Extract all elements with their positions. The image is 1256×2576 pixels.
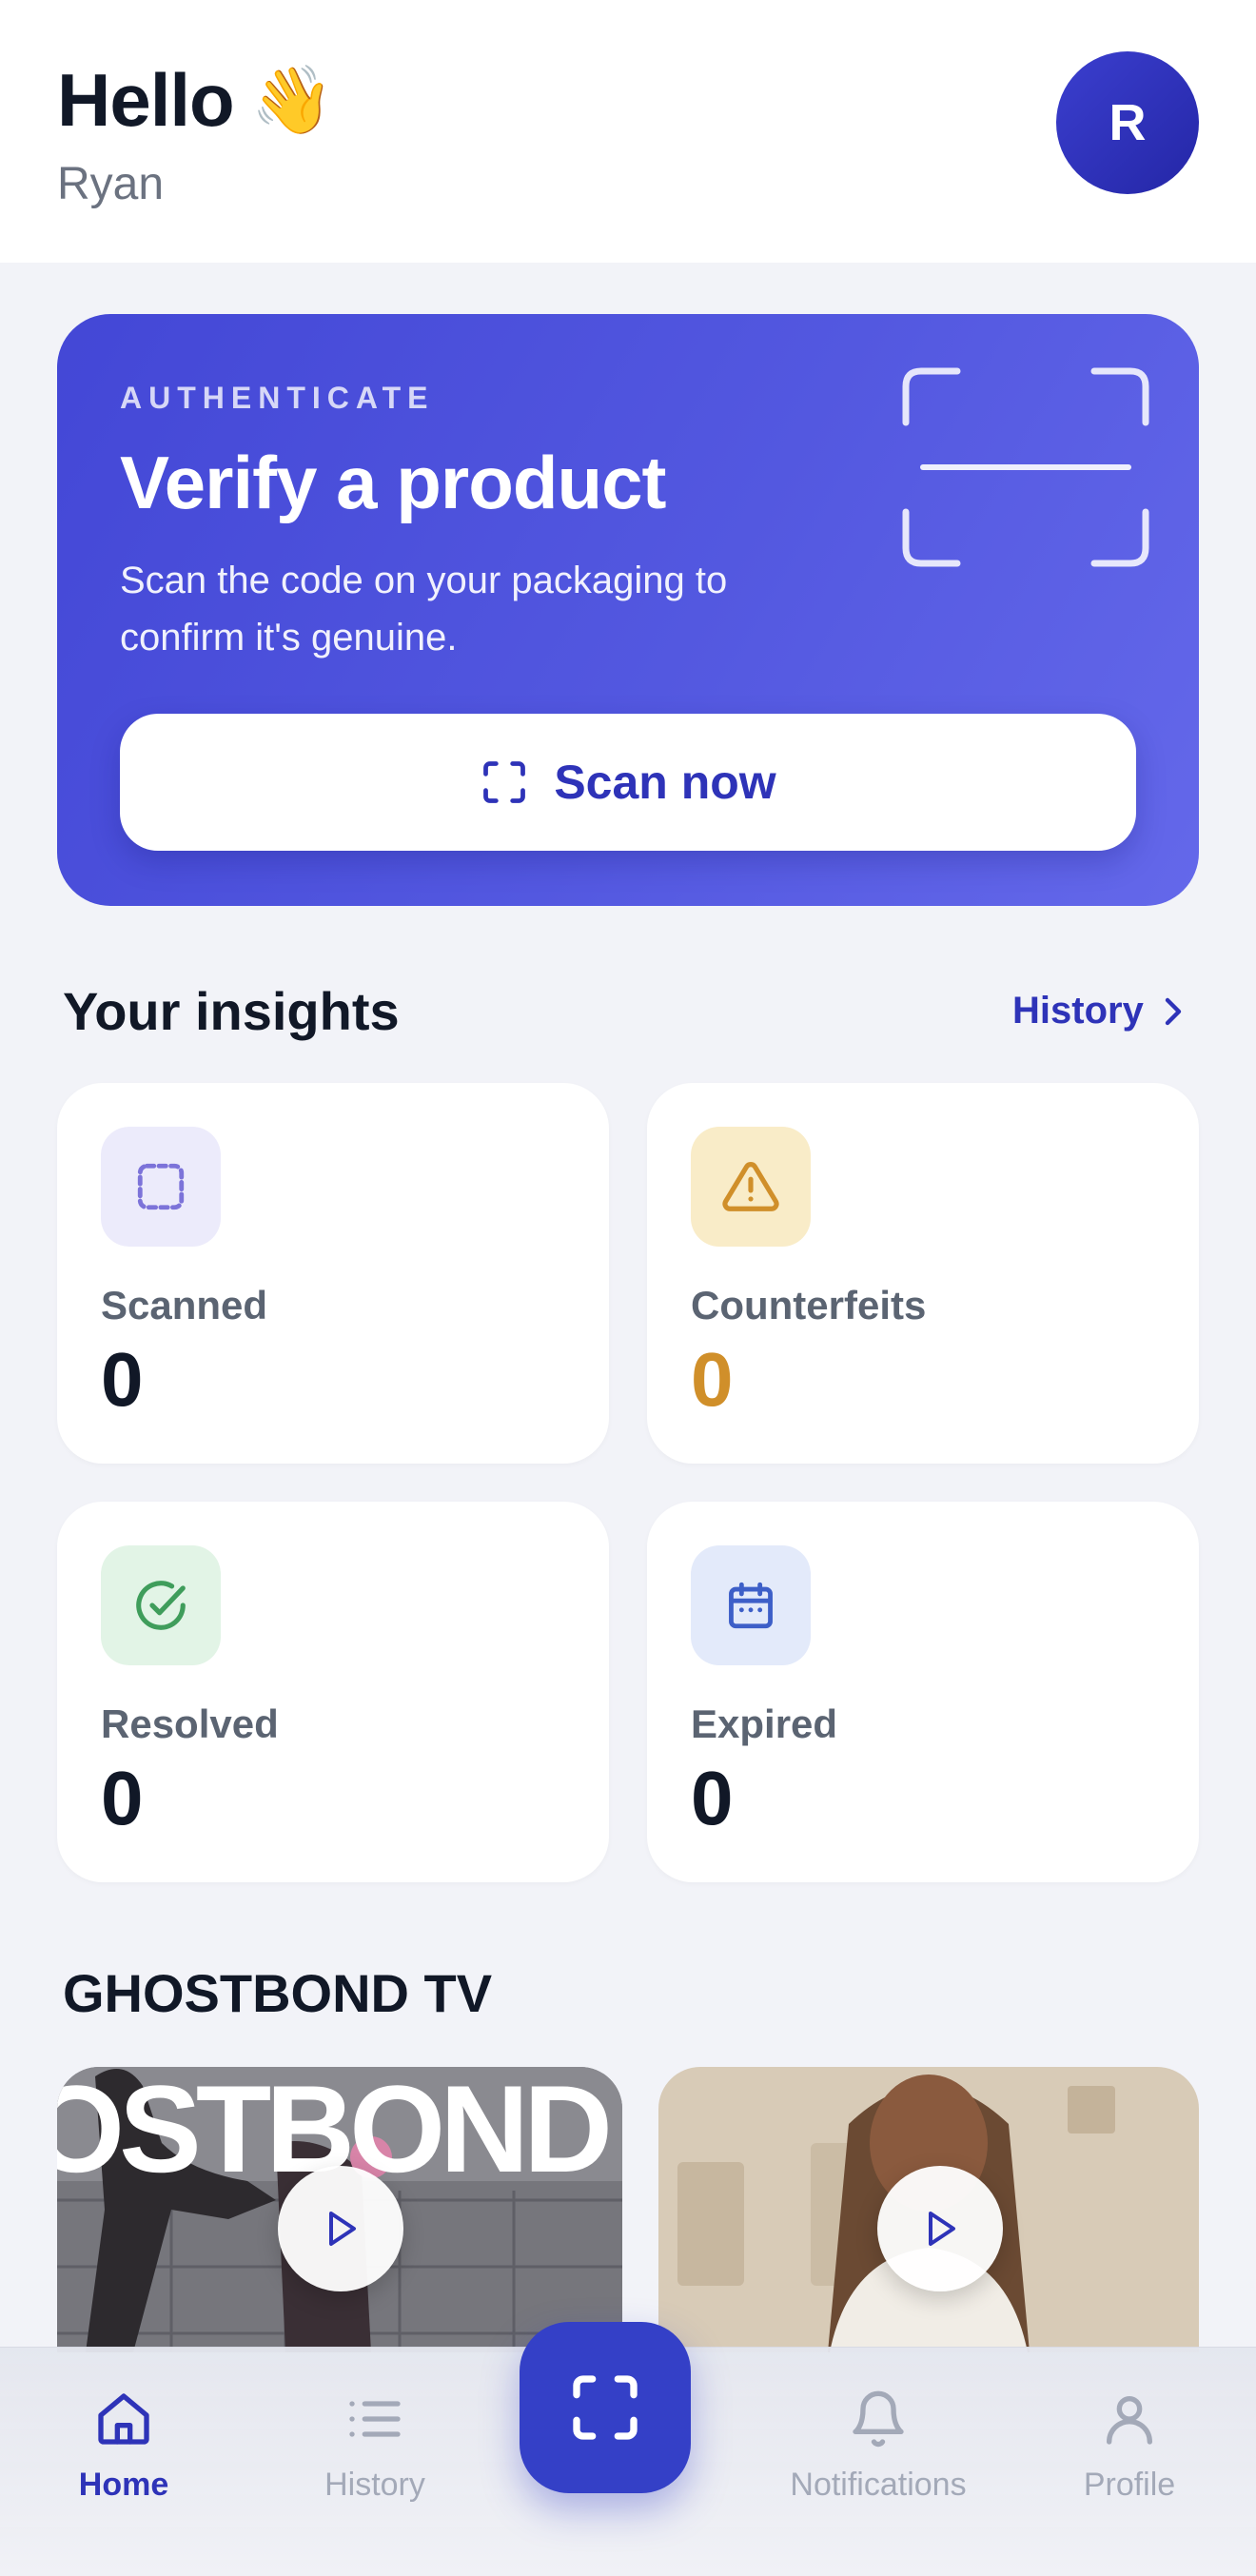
- card-value: 0: [691, 1337, 734, 1422]
- card-value: 0: [691, 1756, 734, 1840]
- hero-title: Verify a product: [120, 441, 666, 524]
- card-label: Scanned: [101, 1283, 268, 1327]
- card-label: Counterfeits: [691, 1283, 927, 1327]
- check-circle-icon: [101, 1545, 221, 1665]
- scan-now-label: Scan now: [554, 756, 776, 809]
- card-label: Expired: [691, 1701, 838, 1746]
- nav-item-home[interactable]: Home: [10, 2389, 238, 2504]
- insight-card-counterfeits[interactable]: Counterfeits 0: [647, 1083, 1199, 1464]
- video-thumbnail-1[interactable]: OSTBOND: [57, 2067, 622, 2352]
- user-icon: [1107, 2396, 1152, 2445]
- video-thumbnail-2[interactable]: [658, 2067, 1199, 2352]
- history-link-label: History: [1012, 990, 1144, 1032]
- insight-card-resolved[interactable]: Resolved 0: [57, 1502, 609, 1882]
- nav-item-history[interactable]: History: [261, 2389, 489, 2504]
- greeting: Hello 👋: [57, 57, 334, 144]
- tv-title: GHOSTBOND TV: [63, 1963, 493, 2023]
- card-value: 0: [101, 1756, 144, 1840]
- history-link[interactable]: History: [1012, 990, 1186, 1032]
- insights-title: Your insights: [63, 981, 400, 1041]
- nav-label: History: [324, 2467, 425, 2503]
- nav-item-profile[interactable]: Profile: [1015, 2389, 1244, 2504]
- play-icon: [929, 2212, 955, 2246]
- warning-icon: [691, 1127, 811, 1247]
- user-name: Ryan: [57, 159, 165, 209]
- play-button[interactable]: [278, 2166, 403, 2291]
- home-screen: Hello 👋 Ryan R AUTHENTICATE Verify a pro…: [0, 0, 1256, 2576]
- card-label: Resolved: [101, 1701, 279, 1746]
- scan-icon: [483, 761, 526, 803]
- calendar-icon: [691, 1545, 811, 1665]
- verify-product-card: AUTHENTICATE Verify a product Scan the c…: [57, 314, 1199, 906]
- home-icon: [98, 2393, 149, 2445]
- greeting-text: Hello: [57, 58, 235, 142]
- scan-frame-icon: [902, 367, 1149, 567]
- nav-label: Home: [78, 2467, 169, 2503]
- scan-fab-button[interactable]: [520, 2322, 691, 2493]
- list-icon: [349, 2401, 401, 2437]
- nav-item-notifications[interactable]: Notifications: [764, 2389, 992, 2504]
- chevron-right-icon: [1165, 997, 1182, 1025]
- scan-icon: [101, 1127, 221, 1247]
- header: Hello 👋 Ryan R: [0, 0, 1256, 263]
- card-value: 0: [101, 1337, 144, 1422]
- nav-label: Profile: [1083, 2467, 1176, 2503]
- insight-card-expired[interactable]: Expired 0: [647, 1502, 1199, 1882]
- wave-icon: 👋: [250, 62, 334, 137]
- play-icon: [329, 2212, 356, 2246]
- avatar[interactable]: R: [1056, 51, 1199, 194]
- scan-now-button[interactable]: Scan now: [120, 714, 1136, 851]
- hero-eyebrow: AUTHENTICATE: [120, 381, 435, 415]
- nav-label: Notifications: [790, 2467, 967, 2503]
- bell-icon: [853, 2390, 904, 2448]
- scan-icon: [573, 2375, 638, 2440]
- play-button[interactable]: [877, 2166, 1003, 2291]
- insight-card-scanned[interactable]: Scanned 0: [57, 1083, 609, 1464]
- hero-description: Scan the code on your packaging to confi…: [120, 560, 728, 659]
